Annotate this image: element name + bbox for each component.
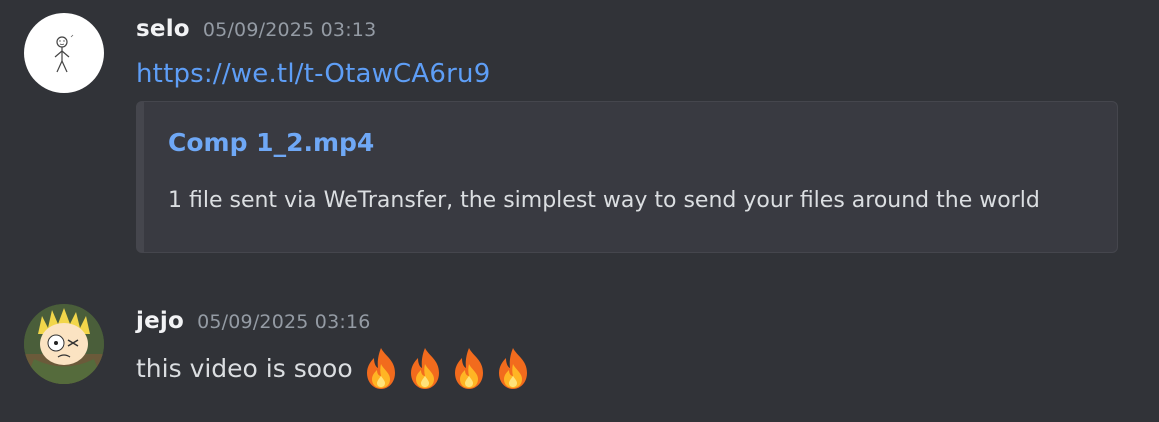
stick-figure-avatar-icon: [54, 34, 74, 73]
embed-description: 1 file sent via WeTransfer, the simplest…: [168, 188, 1040, 213]
fire-emoji-icon[interactable]: [449, 346, 489, 390]
message-header: jejo 05/09/2025 03:16: [136, 308, 371, 334]
user-avatar[interactable]: [24, 304, 104, 384]
message-header: selo 05/09/2025 03:13: [136, 16, 376, 42]
embed-title-link[interactable]: Comp 1_2.mp4: [168, 128, 374, 157]
message-text: this video is sooo: [136, 353, 353, 383]
cartoon-character-avatar-icon: [24, 304, 104, 384]
message-content: this video is sooo: [136, 346, 537, 390]
emoji-group: [361, 346, 537, 390]
fire-emoji-icon[interactable]: [361, 346, 401, 390]
message-link[interactable]: https://we.tl/t-OtawCA6ru9: [136, 59, 490, 89]
username[interactable]: jejo: [136, 308, 184, 334]
fire-emoji-icon[interactable]: [405, 346, 445, 390]
user-avatar[interactable]: [24, 13, 104, 93]
message-item: jejo 05/09/2025 03:16 this video is sooo: [0, 290, 1159, 422]
chat-log: selo 05/09/2025 03:13 https://we.tl/t-Ot…: [0, 0, 1159, 422]
timestamp: 05/09/2025 03:13: [202, 19, 377, 41]
username[interactable]: selo: [136, 16, 190, 42]
fire-emoji-icon[interactable]: [493, 346, 533, 390]
message-item: selo 05/09/2025 03:13 https://we.tl/t-Ot…: [0, 0, 1159, 270]
timestamp: 05/09/2025 03:16: [197, 311, 371, 333]
link-embed: Comp 1_2.mp4 1 file sent via WeTransfer,…: [136, 101, 1118, 253]
